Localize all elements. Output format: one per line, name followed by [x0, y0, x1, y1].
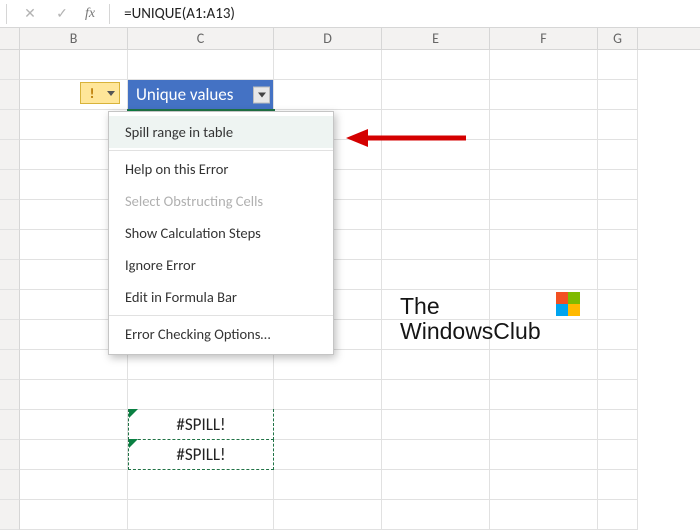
cancel-icon[interactable]: ✕ [21, 5, 39, 22]
table-header-cell[interactable]: Unique values [128, 80, 274, 110]
menu-show-calculation-steps[interactable]: Show Calculation Steps [109, 217, 333, 249]
chevron-down-icon[interactable] [103, 91, 119, 96]
grid: Unique values #SPILL! #SPILL! #SPILL! [0, 50, 700, 520]
col-header-F[interactable]: F [490, 28, 598, 49]
column-headers: B C D E F G [0, 28, 700, 50]
error-indicator[interactable]: ! [80, 82, 120, 104]
menu-help-on-error[interactable]: Help on this Error [109, 153, 333, 185]
filter-dropdown-icon[interactable] [253, 86, 270, 103]
menu-ignore-error[interactable]: Ignore Error [109, 249, 333, 281]
confirm-icon[interactable]: ✓ [53, 5, 71, 22]
menu-select-obstructing-cells: Select Obstructing Cells [109, 185, 333, 217]
table-header-label: Unique values [136, 84, 233, 105]
spill-cell[interactable]: #SPILL! [128, 439, 274, 470]
cell-value: #SPILL! [176, 444, 225, 465]
col-header-D[interactable]: D [274, 28, 382, 49]
col-header-E[interactable]: E [382, 28, 490, 49]
warning-icon: ! [81, 82, 103, 104]
col-header-G[interactable]: G [598, 28, 638, 49]
formula-input[interactable]: =UNIQUE(A1:A13) [124, 5, 694, 23]
col-header-C[interactable]: C [128, 28, 274, 49]
watermark-text: The WindowsClub [400, 294, 541, 345]
spill-cell[interactable]: #SPILL! [128, 409, 274, 440]
annotation-arrow-icon [346, 126, 466, 150]
menu-edit-in-formula-bar[interactable]: Edit in Formula Bar [109, 281, 333, 313]
formula-bar: ✕ ✓ fx =UNIQUE(A1:A13) [0, 0, 700, 28]
cell-value: #SPILL! [176, 414, 225, 435]
col-header-B[interactable]: B [20, 28, 128, 49]
fx-icon[interactable]: fx [85, 6, 95, 22]
menu-spill-range-in-table[interactable]: Spill range in table [109, 116, 333, 148]
windows-logo-icon [556, 292, 580, 316]
menu-error-checking-options[interactable]: Error Checking Options… [109, 318, 333, 350]
error-context-menu: Spill range in table Help on this Error … [108, 111, 334, 355]
